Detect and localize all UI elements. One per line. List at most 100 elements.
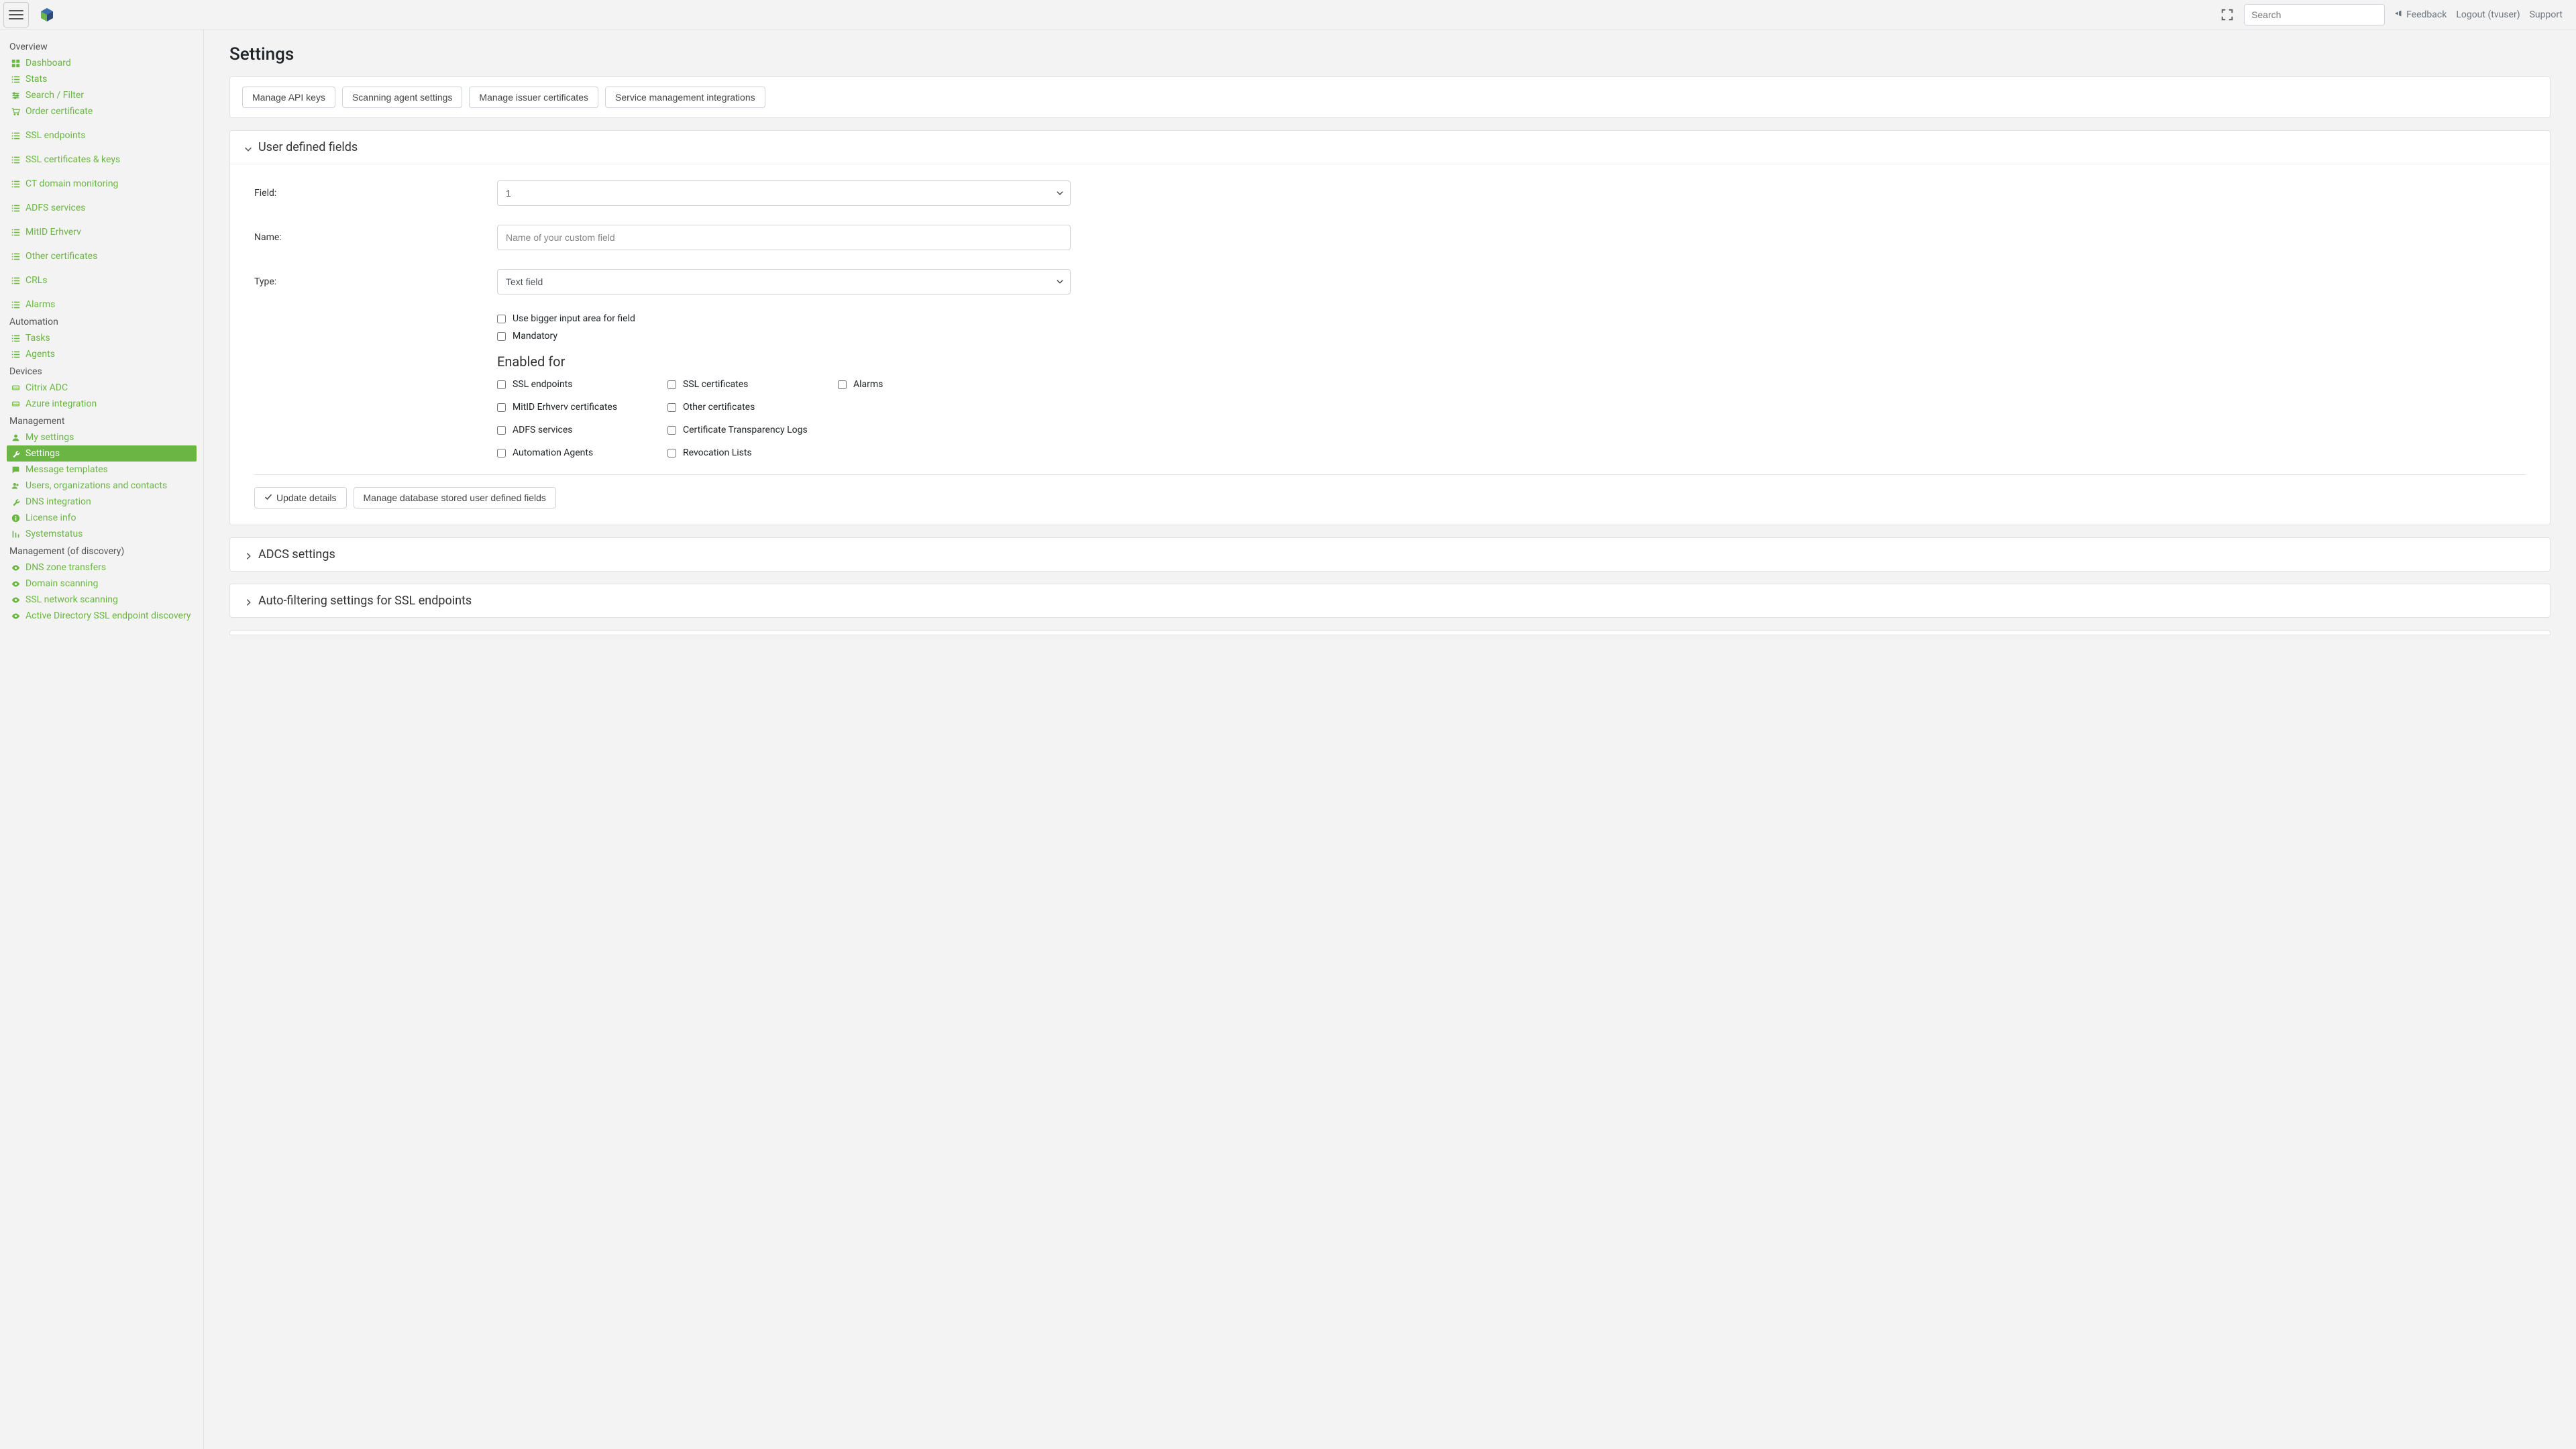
sidebar-item-label: Other certificates (25, 251, 97, 262)
users-icon (11, 481, 20, 490)
sidebar-item-domain-scanning[interactable]: Domain scanning (7, 576, 197, 592)
wrench-icon (11, 449, 20, 458)
checkbox-adfs-services[interactable] (497, 426, 506, 435)
sidebar-item-label: Message templates (25, 464, 108, 475)
checkbox-ssl-endpoints[interactable] (497, 380, 506, 389)
sidebar-item-label: Azure integration (25, 398, 97, 409)
name-label: Name: (254, 232, 497, 243)
list-icon (11, 276, 20, 285)
label-bigger-input: Use bigger input area for field (513, 313, 635, 324)
manage-issuer-certificates-button[interactable]: Manage issuer certificates (469, 87, 598, 108)
sidebar-item-users-organizations-and-contacts[interactable]: Users, organizations and contacts (7, 478, 197, 494)
sidebar-item-stats[interactable]: Stats (7, 71, 197, 87)
fullscreen-icon[interactable] (2220, 7, 2235, 22)
sidebar-item-ssl-endpoints[interactable]: SSL endpoints (7, 127, 197, 144)
panel-user-defined-fields: User defined fields Field: 1 Name: (229, 130, 2551, 525)
sidebar-item-dashboard[interactable]: Dashboard (7, 55, 197, 71)
device-icon (11, 399, 20, 409)
logout-link[interactable]: Logout (tvuser) (2456, 9, 2520, 20)
sidebar-item-crls[interactable]: CRLs (7, 272, 197, 288)
list-icon (11, 179, 20, 189)
update-details-button[interactable]: Update details (254, 487, 347, 508)
sidebar-item-adfs-services[interactable]: ADFS services (7, 200, 197, 216)
chevron-right-icon (244, 596, 253, 606)
checkbox-bigger-input[interactable] (497, 315, 506, 323)
sidebar-item-ssl-network-scanning[interactable]: SSL network scanning (7, 592, 197, 608)
eye-icon (11, 563, 20, 572)
sidebar-item-search-filter[interactable]: Search / Filter (7, 87, 197, 103)
sidebar-item-azure-integration[interactable]: Azure integration (7, 396, 197, 412)
equalizer-icon (11, 529, 20, 539)
sidebar-item-my-settings[interactable]: My settings (7, 429, 197, 445)
sidebar-item-label: DNS zone transfers (25, 562, 106, 573)
name-input[interactable] (497, 225, 1071, 250)
list-icon (11, 155, 20, 164)
checkbox-other-certificates[interactable] (667, 403, 676, 412)
list-icon (11, 350, 20, 359)
list-icon (11, 227, 20, 237)
search-input[interactable] (2244, 4, 2385, 25)
sidebar-item-ct-domain-monitoring[interactable]: CT domain monitoring (7, 176, 197, 192)
field-select[interactable]: 1 (497, 180, 1071, 206)
support-link[interactable]: Support (2530, 9, 2563, 20)
menu-toggle-button[interactable] (3, 2, 29, 28)
sidebar-item-ssl-certificates-keys[interactable]: SSL certificates & keys (7, 152, 197, 168)
sidebar-item-mitid-erhverv[interactable]: MitID Erhverv (7, 224, 197, 240)
type-select[interactable]: Text field (497, 269, 1071, 294)
check-icon (264, 492, 272, 503)
checkbox-ssl-certificates[interactable] (667, 380, 676, 389)
sidebar-item-label: Stats (25, 74, 47, 85)
feedback-label: Feedback (2406, 9, 2447, 20)
sidebar-item-active-directory-ssl-endpoint-discovery[interactable]: Active Directory SSL endpoint discovery (7, 608, 197, 624)
sidebar-item-dns-integration[interactable]: DNS integration (7, 494, 197, 510)
action-bar: Manage API keys Scanning agent settings Ma… (229, 76, 2551, 118)
panel-header-udf[interactable]: User defined fields (230, 131, 2550, 164)
scanning-agent-settings-button[interactable]: Scanning agent settings (342, 87, 462, 108)
sidebar-item-label: Active Directory SSL endpoint discovery (25, 610, 191, 621)
checkbox-alarms[interactable] (838, 380, 847, 389)
sidebar: OverviewDashboard Stats Search / FilterOrd… (0, 30, 204, 1449)
sidebar-item-label: Agents (25, 349, 55, 360)
sidebar-item-label: SSL certificates & keys (25, 154, 120, 165)
service-management-integrations-button[interactable]: Service management integrations (605, 87, 765, 108)
checkbox-mandatory[interactable] (497, 332, 506, 341)
sidebar-heading: Overview (7, 38, 197, 55)
sidebar-item-order-certificate[interactable]: Order certificate (7, 103, 197, 119)
sidebar-item-dns-zone-transfers[interactable]: DNS zone transfers (7, 559, 197, 576)
sidebar-item-other-certificates[interactable]: Other certificates (7, 248, 197, 264)
sidebar-item-citrix-adc[interactable]: Citrix ADC (7, 380, 197, 396)
feedback-link[interactable]: Feedback (2394, 9, 2447, 21)
checkbox-label: Certificate Transparency Logs (683, 425, 808, 435)
list-icon (11, 333, 20, 343)
panel-header-autofilter[interactable]: Auto-filtering settings for SSL endpoint… (230, 584, 2550, 617)
sidebar-item-label: ADFS services (25, 203, 86, 213)
chevron-right-icon (244, 550, 253, 559)
sidebar-item-message-templates[interactable]: Message templates (7, 462, 197, 478)
grid-icon (11, 58, 20, 68)
label-mandatory: Mandatory (513, 331, 557, 341)
sidebar-item-settings[interactable]: Settings (7, 445, 197, 462)
checkbox-label: SSL certificates (683, 379, 748, 390)
sidebar-item-alarms[interactable]: Alarms (7, 297, 197, 313)
manage-db-fields-button[interactable]: Manage database stored user defined fiel… (354, 487, 556, 508)
sidebar-item-label: CRLs (25, 275, 48, 286)
panel-header-adcs[interactable]: ADCS settings (230, 538, 2550, 571)
sidebar-item-label: CT domain monitoring (25, 178, 118, 189)
update-details-label: Update details (276, 492, 337, 503)
checkbox-automation-agents[interactable] (497, 449, 506, 458)
sidebar-item-label: Systemstatus (25, 529, 83, 539)
sidebar-item-tasks[interactable]: Tasks (7, 330, 197, 346)
sliders-icon (11, 91, 20, 100)
wrench-icon (11, 497, 20, 506)
sidebar-item-license-info[interactable]: License info (7, 510, 197, 526)
sidebar-item-label: License info (25, 513, 76, 523)
sidebar-heading: Management (of discovery) (7, 542, 197, 559)
panel-adcs-settings: ADCS settings (229, 537, 2551, 572)
sidebar-item-systemstatus[interactable]: Systemstatus (7, 526, 197, 542)
checkbox-mitid-erhverv-certificates[interactable] (497, 403, 506, 412)
manage-api-keys-button[interactable]: Manage API keys (242, 87, 335, 108)
checkbox-label: SSL endpoints (513, 379, 572, 390)
checkbox-revocation-lists[interactable] (667, 449, 676, 458)
sidebar-item-agents[interactable]: Agents (7, 346, 197, 362)
checkbox-certificate-transparency-logs[interactable] (667, 426, 676, 435)
